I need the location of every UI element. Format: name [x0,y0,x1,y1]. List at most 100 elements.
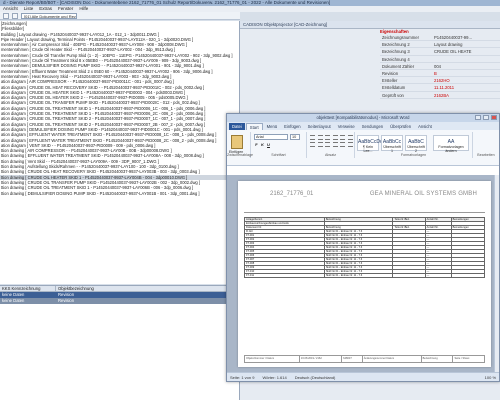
indent-increase-icon[interactable] [340,135,345,140]
table-row: FT-011 Skid No 01 - Einbau Nr. 11 - 7.6 — [244,273,486,278]
property-row[interactable]: Bezeichnung 4 [380,56,500,63]
list-item-label: [Fliessbilder] [1,26,24,32]
property-row[interactable]: Bezeichnung 2 Layout drawing [380,41,500,49]
object-col-header[interactable]: Objektbezeichnung [56,286,94,291]
font-size-select[interactable]: 10 [290,134,300,140]
tab-einf-gen[interactable]: Einfügen [281,123,304,130]
font-group-label: Schriftart [271,153,286,157]
back-icon[interactable] [3,12,9,19]
list-item[interactable]: ttion drawing [ DEMULSIFIER DOSING PUMP … [0,191,239,196]
tab-datei[interactable]: Datei [229,123,245,130]
property-value: 2162HO [434,78,450,84]
list-item-label: ttion drawing [ EFFLUENT WATER TREATMENT… [1,153,204,159]
list-item-label: ation diagram [ CRUDE OIL TRANSFER PUMP … [1,100,200,106]
font-group: Arial 10 F K U Schriftart [251,132,307,158]
tab-ansicht[interactable]: Ansicht [415,123,435,130]
list-item-label: ation diagram [ VENT SKID - - P145204400… [1,142,156,148]
list-item-label: ttion drawing [ CRUDE OIL HEAT RECOVERY … [1,169,200,175]
close-icon[interactable] [491,115,497,120]
tab-start[interactable]: Start [245,123,263,130]
word-count[interactable]: Wörter: 1.614 [262,373,286,381]
app-toolbar: [01] Alle Dokumente und Revisionen [0,12,240,20]
title-block-cell: Seite / Sheet [452,355,485,363]
list-item-label: ation diagram [ DEMULSIFIER DOSING PUMP … [1,126,203,132]
paste-icon[interactable] [231,135,243,149]
word-status-bar: Seite: 1 von 9 Wörter: 1.614 Deutsch (De… [227,372,499,381]
property-row[interactable]: Zeichnungsnummer P14520440037-99... [380,34,500,42]
style-name: Überschrift 1 [383,145,401,153]
table-row[interactable]: keine Daten Revision [0,298,239,304]
tab-sendungen[interactable]: Sendungen [359,123,386,130]
property-row[interactable]: Erstelldatum 11.11.2011 [380,84,500,92]
property-key: Bezeichnung 4 [382,56,410,62]
tab-men-[interactable]: Menü [264,123,280,130]
property-row[interactable]: Dokument Zähler 004 [380,63,500,70]
styles-group: AaBbCcDc ¶ Kein Lee... AaBbCc Überschrif… [355,132,473,158]
language[interactable]: Deutsch (Deutschland) [295,373,336,381]
style-heading-2[interactable]: AaBbC Überschrift 2 [405,135,427,153]
title-block-cell: Änderungsnummer Datum [361,355,422,363]
justify-icon[interactable] [332,141,338,147]
document-list: [Zeichnungen] [Fliessbilder] Building [ La… [0,21,240,284]
change-styles-button[interactable]: AA Formatvorlagen ändern [433,135,469,153]
list-item-label: ation diagram [ CRUDE OIL HEATER SKID 1 … [1,89,186,95]
property-value [432,56,434,62]
paragraph-group: Absatz [307,132,355,158]
numbering-icon[interactable] [317,135,323,140]
list-item-label: mentenrahmen [ Crude Oil Treatment Skid … [1,58,202,64]
property-key: Zeichnungsnummer [382,35,420,40]
list-item-label: mentenrahmen [ DEMULSIFIER DOSING PUMP S… [1,63,204,69]
list-item-label: mentenrahmen [ Air Compressor Skid - 40E… [1,42,188,48]
align-right-icon[interactable] [325,141,330,147]
ribbon-tabs: Datei Start Menü Einfügen Seitenlayout Verwei… [227,122,499,130]
kks-col-header[interactable]: KKS Kennzeichnung [0,286,56,291]
page-count[interactable]: Seite: 1 von 9 [230,373,254,381]
document-table: Anlage/Kennz. Bezeichnung Teile-Nr./Bez. An… [244,217,486,278]
sort-icon[interactable] [347,135,353,140]
bullets-icon[interactable] [310,135,315,140]
underline-button[interactable]: U [266,142,271,147]
align-center-icon[interactable] [317,141,323,147]
multilevel-icon[interactable] [325,135,330,140]
property-value: B [434,70,437,76]
list-item-label: ttion drawing [ AIR COMPRESSOR - - P1452… [1,148,172,154]
minimize-icon[interactable] [475,115,481,120]
document-page: 2162_71776_01 GEA MINERAL OIL SYSTEMS GM… [238,181,491,367]
property-row[interactable]: Ersteller 2162HO [380,77,500,85]
style-no-spacing[interactable]: AaBbCcDc ¶ Kein Lee... [357,135,382,153]
title-block-cell: 648037 [341,355,363,363]
list-item-label: ttion drawing [ CRUDE OIL HEATER SKID 1 … [1,174,188,180]
styles-group-label: Formatvorlagen [400,153,427,157]
italic-button[interactable]: K [260,142,265,147]
document-area[interactable]: 2162_71776_01 GEA MINERAL OIL SYSTEMS GM… [227,175,499,372]
tab--berpr-fen[interactable]: Überprüfen [387,123,414,130]
document-number: 2162_71776_01 [270,191,314,197]
style-heading-1[interactable]: AaBbCc Überschrift 1 [381,135,403,153]
property-key: Bezeichnung 3 [382,49,410,55]
property-row[interactable]: Bezeichnung 3 CRUDE OIL HEATE [380,48,500,56]
line-spacing-icon[interactable] [340,141,345,147]
refresh-icon[interactable] [12,12,18,19]
list-item-label: ttion drawing [ CRUDE OIL TRANSFER PUMP … [1,179,200,185]
bold-button[interactable]: F [254,142,259,147]
zoom-level[interactable]: 100 % [485,373,499,381]
list-item-label: mentenrahmen [ Crude Oil Transfer Pump S… [1,52,233,58]
property-value: 004 [434,63,441,69]
vertical-scrollbar[interactable] [494,175,499,372]
clipboard-group-label: Zwischenablage [227,153,253,157]
property-row[interactable]: Revision B [380,70,500,78]
tab-seitenlayout[interactable]: Seitenlayout [305,123,334,130]
list-item-label: Pipe Header [ Layout drawing, Terminal P… [1,36,194,42]
maximize-icon[interactable] [483,115,489,120]
shading-icon[interactable] [347,141,353,147]
title-block: Objekt-Nummer / Datum 16.08.2019 / 2162 64… [244,355,485,363]
align-left-icon[interactable] [310,141,315,147]
style-name: Überschrift 2 [407,145,425,153]
title-block-cell: Bezeichnung [420,355,454,363]
document-filter-select[interactable]: [01] Alle Dokumente und Revisionen [21,12,77,19]
font-name-select[interactable]: Arial [254,134,288,140]
property-row[interactable]: Geprüft von 2162BA [380,92,500,99]
list-item-label: ttion drawing [ Vent Skid - - P145204400… [1,158,159,164]
indent-decrease-icon[interactable] [332,135,338,140]
tab-verweise[interactable]: Verweise [335,123,358,130]
